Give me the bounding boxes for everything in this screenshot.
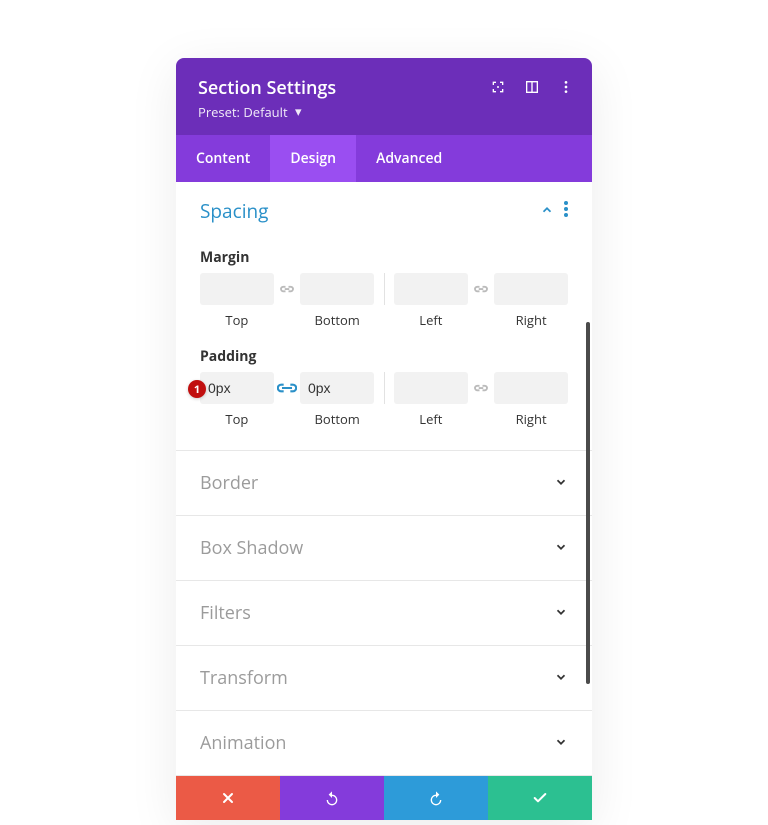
panel-header: Section Settings Preset: Default ▾: [176, 58, 592, 135]
panel-body: Spacing Margin: [176, 182, 592, 776]
padding-labels-row: Top Bottom Left Right: [200, 410, 568, 428]
chevron-down-icon: [554, 602, 568, 624]
label-left: Left: [394, 311, 468, 329]
spacing-title: Spacing: [200, 198, 268, 224]
accordion-animation[interactable]: Animation: [176, 711, 592, 776]
label-top: Top: [200, 311, 274, 329]
link-icon[interactable]: [274, 273, 300, 305]
label-top: Top: [200, 410, 274, 428]
header-actions: [490, 78, 574, 100]
fullscreen-icon[interactable]: [490, 78, 506, 100]
undo-button[interactable]: [280, 776, 384, 820]
margin-inputs: [200, 273, 568, 305]
label-right: Right: [494, 311, 568, 329]
padding-top-input[interactable]: [200, 372, 274, 404]
accordion-title: Transform: [200, 666, 288, 690]
padding-label: Padding: [200, 347, 568, 366]
preset-dropdown[interactable]: Preset: Default ▾: [198, 103, 570, 121]
scrollbar[interactable]: [586, 322, 590, 684]
margin-bottom-input[interactable]: [300, 273, 374, 305]
settings-panel: Section Settings Preset: Default ▾ Conte…: [176, 58, 592, 820]
accordion-filters[interactable]: Filters: [176, 581, 592, 646]
more-vertical-icon[interactable]: [558, 78, 574, 100]
padding-right-input[interactable]: [494, 372, 568, 404]
panel-layout-icon[interactable]: [524, 78, 540, 100]
accordion-title: Box Shadow: [200, 536, 303, 560]
tab-content[interactable]: Content: [176, 135, 270, 182]
margin-label: Margin: [200, 248, 568, 267]
label-bottom: Bottom: [300, 410, 374, 428]
label-right: Right: [494, 410, 568, 428]
margin-top-input[interactable]: [200, 273, 274, 305]
spacing-header[interactable]: Spacing: [176, 182, 592, 234]
spacing-section: Spacing Margin: [176, 182, 592, 451]
preset-label: Preset: Default: [198, 103, 288, 121]
panel-footer: [176, 776, 592, 820]
save-button[interactable]: [488, 776, 592, 820]
accordion-transform[interactable]: Transform: [176, 646, 592, 711]
divider: [384, 372, 385, 404]
margin-right-input[interactable]: [494, 273, 568, 305]
divider: [384, 273, 385, 305]
label-bottom: Bottom: [300, 311, 374, 329]
caret-down-icon: ▾: [295, 102, 302, 120]
more-vertical-icon[interactable]: [564, 200, 568, 222]
chevron-up-icon[interactable]: [540, 200, 554, 222]
padding-bottom-input[interactable]: [300, 372, 374, 404]
redo-button[interactable]: [384, 776, 488, 820]
link-icon[interactable]: [468, 273, 494, 305]
chevron-down-icon: [554, 732, 568, 754]
tab-design[interactable]: Design: [270, 135, 356, 182]
padding-inputs: 1: [200, 372, 568, 404]
padding-left-input[interactable]: [394, 372, 468, 404]
accordion-title: Filters: [200, 601, 251, 625]
link-icon[interactable]: [274, 372, 300, 404]
cancel-button[interactable]: [176, 776, 280, 820]
label-left: Left: [394, 410, 468, 428]
callout-marker: 1: [188, 380, 206, 398]
tab-advanced[interactable]: Advanced: [356, 135, 462, 182]
margin-labels-row: Top Bottom Left Right: [200, 311, 568, 329]
link-icon[interactable]: [468, 372, 494, 404]
accordion-title: Animation: [200, 731, 286, 755]
chevron-down-icon: [554, 537, 568, 559]
accordion-box-shadow[interactable]: Box Shadow: [176, 516, 592, 581]
chevron-down-icon: [554, 472, 568, 494]
margin-left-input[interactable]: [394, 273, 468, 305]
accordion-title: Border: [200, 471, 258, 495]
accordion-border[interactable]: Border: [176, 451, 592, 516]
chevron-down-icon: [554, 667, 568, 689]
tabs: Content Design Advanced: [176, 135, 592, 182]
